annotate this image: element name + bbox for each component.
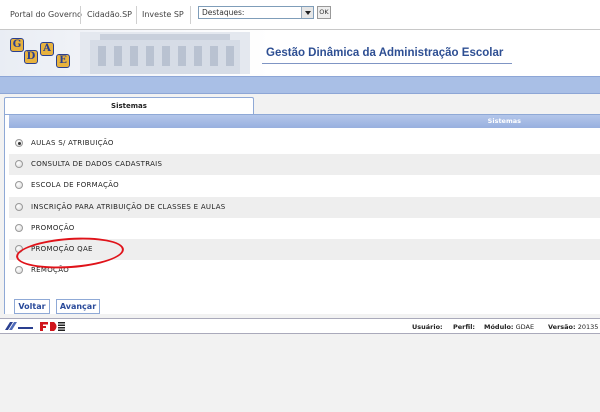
panel-header: Sistemas [9,115,600,128]
tab-sistemas[interactable]: Sistemas [4,97,254,115]
ok-button[interactable]: OK [317,6,331,19]
divider [190,6,191,24]
destaques-select[interactable]: Destaques: [198,6,314,19]
radio-button[interactable] [15,203,23,211]
module-info: Módulo: GDAE [484,323,535,331]
investe-sp-link[interactable]: Investe SP [142,10,184,19]
top-bar: Portal do Governo Cidadão.SP Investe SP … [0,0,600,30]
logo-letter: G [10,38,24,52]
option-label: PROMOÇÃO [31,224,75,232]
gdae-logo: G D A E [8,38,74,72]
radio-button[interactable] [15,181,23,189]
list-item[interactable]: INSCRIÇÃO PARA ATRIBUIÇÃO DE CLASSES E A… [9,197,600,218]
building-illustration [80,32,250,74]
radio-button[interactable] [15,224,23,232]
prodesp-logo [5,322,33,330]
fde-logo [40,322,65,331]
profile-label: Perfil: [453,323,476,331]
chevron-down-icon[interactable] [301,7,313,18]
divider [136,6,137,24]
nav-stripe [0,76,600,94]
app-title: Gestão Dinâmica da Administração Escolar [266,47,504,59]
list-item[interactable]: AULAS S/ ATRIBUIÇÃO [9,133,600,154]
logo-letter: E [56,54,70,68]
portal-governo-link[interactable]: Portal do Governo [10,10,82,19]
back-button[interactable]: Voltar [14,299,50,314]
option-label: INSCRIÇÃO PARA ATRIBUIÇÃO DE CLASSES E A… [31,203,226,211]
systems-panel: Sistemas AULAS S/ ATRIBUIÇÃO CONSULTA DE… [4,114,600,314]
cidadao-sp-link[interactable]: Cidadão.SP [87,10,132,19]
next-button[interactable]: Avançar [56,299,100,314]
divider [80,6,81,24]
radio-button[interactable] [15,139,23,147]
logo-letter: A [40,42,54,56]
logo-letter: D [24,50,38,64]
radio-button[interactable] [15,160,23,168]
version-info: Versão: 20135 [548,323,599,331]
title-underline [262,63,512,64]
user-label: Usuário: [412,323,443,331]
list-item[interactable]: CONSULTA DE DADOS CADASTRAIS [9,154,600,175]
option-label: AULAS S/ ATRIBUIÇÃO [31,139,114,147]
footer: Usuário: Perfil: Módulo: GDAE Versão: 20… [0,318,600,334]
radio-button[interactable] [15,266,23,274]
header-banner: G D A E Gestão Dinâmica da Administração… [0,30,600,76]
destaques-value: Destaques: [202,8,245,17]
option-label: CONSULTA DE DADOS CADASTRAIS [31,160,163,168]
list-item[interactable]: ESCOLA DE FORMAÇÃO [9,175,600,196]
list-item[interactable]: PROMOÇÃO [9,218,600,239]
option-label: ESCOLA DE FORMAÇÃO [31,181,119,189]
